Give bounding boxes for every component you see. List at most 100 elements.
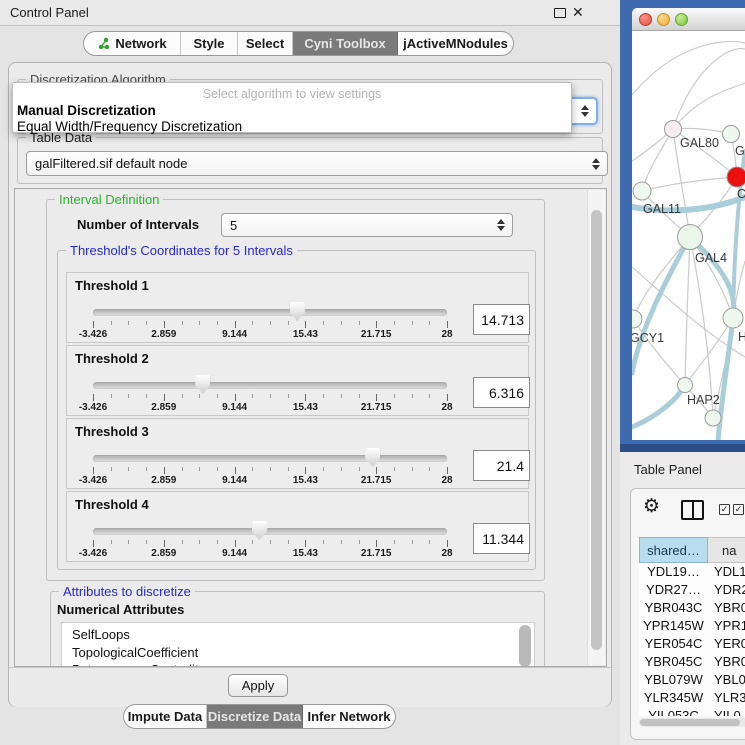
- cell-name: YLR3: [708, 689, 745, 707]
- tab-infer-network[interactable]: Infer Network: [303, 705, 395, 728]
- settings-scrollbar[interactable]: [587, 190, 605, 665]
- slider-tick: [270, 394, 271, 398]
- close-traffic-light-icon[interactable]: [639, 13, 652, 26]
- threshold-slider-thumb[interactable]: [252, 521, 267, 540]
- tab-jactivemnodules[interactable]: jActiveMNodules: [398, 32, 513, 55]
- table-row[interactable]: YLR345WYLR3: [639, 689, 745, 707]
- checkbox-icon[interactable]: ✓: [719, 504, 730, 515]
- slider-tick: [199, 467, 200, 471]
- slider-tick: [305, 540, 306, 547]
- slider-tick: [412, 540, 413, 544]
- network-window-bottom-edge: [620, 444, 745, 452]
- threshold-label: Threshold 1: [75, 278, 149, 293]
- cell-name: YER0: [708, 635, 745, 653]
- table-horizontal-scrollbar[interactable]: [639, 718, 745, 727]
- slider-tick: [146, 321, 147, 325]
- combobox-stepper-icon: [581, 105, 589, 117]
- number-of-intervals-label: Number of Intervals: [77, 217, 199, 232]
- cell-name: YDR2: [708, 581, 745, 599]
- table-horizontal-scrollbar-thumb[interactable]: [640, 719, 740, 726]
- attribute-list-item[interactable]: TopologicalCoefficient: [72, 644, 534, 662]
- threshold-value-field[interactable]: 21.4: [473, 450, 530, 481]
- table-row[interactable]: YPR145WYPR1: [639, 617, 745, 635]
- numerical-attributes-list[interactable]: SelfLoopsTopologicalCoefficientBetweenne…: [61, 622, 535, 667]
- threshold-slider-thumb[interactable]: [195, 375, 210, 394]
- table-row[interactable]: YER054CYER0: [639, 635, 745, 653]
- attributes-group-title: Attributes to discretize: [59, 584, 195, 599]
- slider-tick: [412, 394, 413, 398]
- table-row[interactable]: YDL19…YDL1: [639, 563, 745, 581]
- slider-tick-label: 9.144: [205, 548, 265, 559]
- control-panel-window: Control Panel ✕ NetworkStyleSelectCyni T…: [0, 0, 620, 745]
- dropdown-option-equal-width-frequency[interactable]: Equal Width/Frequency Discretization: [17, 119, 242, 134]
- slider-tick: [447, 394, 448, 401]
- column-header-name[interactable]: na: [708, 537, 745, 563]
- network-node-gal80[interactable]: [665, 121, 682, 138]
- threshold-value-field[interactable]: 14.713: [473, 304, 530, 335]
- dropdown-option-manual-discretization[interactable]: Manual Discretization: [17, 103, 156, 118]
- threshold-slider-track[interactable]: [93, 382, 447, 389]
- network-node-hap2[interactable]: [678, 378, 693, 393]
- network-node-label: GAL11: [643, 202, 681, 216]
- slider-tick: [217, 394, 218, 398]
- cell-name: YBR0: [708, 653, 745, 671]
- tab-discretize-data[interactable]: Discretize Data: [207, 705, 303, 728]
- slider-tick: [111, 467, 112, 471]
- network-node-gal11[interactable]: [633, 182, 651, 200]
- attributes-scrollbar-thumb[interactable]: [519, 625, 531, 667]
- network-node-h[interactable]: [723, 308, 743, 328]
- slider-tick: [182, 321, 183, 325]
- threshold-value-field[interactable]: 11.344: [473, 523, 530, 554]
- tab-label: Discretize Data: [208, 709, 301, 724]
- slider-tick: [376, 467, 377, 474]
- table-row[interactable]: YIL053CYIL0: [639, 707, 745, 716]
- minimize-traffic-light-icon[interactable]: [657, 13, 670, 26]
- zoom-traffic-light-icon[interactable]: [675, 13, 688, 26]
- tab-cyni-toolbox[interactable]: Cyni Toolbox: [293, 32, 398, 55]
- slider-tick: [93, 394, 94, 401]
- slider-tick: [235, 394, 236, 401]
- checkbox-icon[interactable]: ✓: [733, 504, 744, 515]
- float-window-icon[interactable]: [554, 8, 566, 18]
- interval-definition-group: Interval Definition Number of Intervals …: [46, 199, 545, 581]
- slider-tick-label: 9.144: [205, 329, 265, 340]
- attributes-group: Attributes to discretize Numerical Attri…: [50, 591, 545, 667]
- network-node-c[interactable]: [727, 167, 745, 187]
- threshold-slider-thumb[interactable]: [290, 302, 305, 321]
- tab-impute-data[interactable]: Impute Data: [124, 705, 207, 728]
- slider-tick: [341, 394, 342, 398]
- network-node-gal4[interactable]: [678, 225, 703, 250]
- threshold-slider-thumb[interactable]: [365, 448, 380, 467]
- tab-select[interactable]: Select: [238, 32, 293, 55]
- slider-tick: [288, 467, 289, 471]
- tab-style[interactable]: Style: [181, 32, 238, 55]
- network-node[interactable]: [705, 410, 721, 426]
- slider-tick: [323, 394, 324, 398]
- slider-tick: [252, 467, 253, 471]
- table-row[interactable]: YBR043CYBR0: [639, 599, 745, 617]
- tab-network[interactable]: Network: [84, 32, 181, 55]
- attribute-list-item[interactable]: SelfLoops: [72, 626, 534, 644]
- number-of-intervals-combobox[interactable]: 5: [221, 213, 513, 237]
- threshold-slider-track[interactable]: [93, 528, 447, 535]
- cell-name: YIL0: [708, 707, 745, 716]
- split-columns-icon[interactable]: [681, 500, 704, 520]
- apply-button[interactable]: Apply: [228, 674, 288, 697]
- network-node-ga[interactable]: [723, 126, 740, 143]
- table-rows: YDL19…YDL1YDR27…YDR2YBR043CYBR0YPR145WYP…: [639, 563, 745, 716]
- close-icon[interactable]: ✕: [572, 4, 584, 21]
- threshold-value-field[interactable]: 6.316: [473, 377, 530, 408]
- table-row[interactable]: YBL079WYBL0: [639, 671, 745, 689]
- network-node-gcy1[interactable]: [632, 310, 642, 328]
- network-view[interactable]: GAL80GACGAL11GAL4GCY1HHAP2: [632, 31, 745, 440]
- table-row[interactable]: YDR27…YDR2: [639, 581, 745, 599]
- slider-tick-label: -3.426: [63, 402, 123, 413]
- threshold-slider-track[interactable]: [93, 455, 447, 462]
- slider-tick: [288, 394, 289, 398]
- column-header-shared-name[interactable]: shared…: [639, 537, 708, 563]
- settings-scrollbar-thumb[interactable]: [591, 210, 602, 650]
- gear-icon[interactable]: ⚙: [643, 495, 660, 518]
- table-data-combobox[interactable]: galFiltered.sif default node: [26, 151, 608, 176]
- table-row[interactable]: YBR045CYBR0: [639, 653, 745, 671]
- threshold-slider-track[interactable]: [93, 309, 447, 316]
